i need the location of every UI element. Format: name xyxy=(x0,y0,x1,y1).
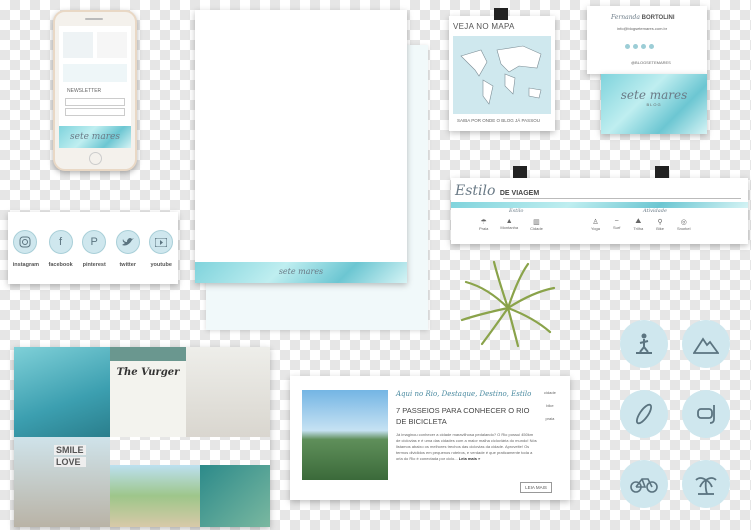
letterhead-footer: sete mares xyxy=(195,262,407,283)
style-item-snorkel[interactable]: ◎ Snorkel xyxy=(677,218,691,231)
binder-clip-icon xyxy=(655,166,669,178)
palm-tree-icon xyxy=(682,460,730,508)
social-label: pinterest xyxy=(82,262,106,268)
surfer-icon xyxy=(620,320,668,368)
style-item-yoga[interactable]: ♙ Yoga xyxy=(591,218,600,231)
mood-word-love: LOVE xyxy=(54,457,86,467)
side-tag[interactable]: cidade xyxy=(544,390,556,395)
read-more-button[interactable]: LEIA MAIS xyxy=(520,482,552,493)
bike-icon xyxy=(620,460,668,508)
yoga-icon: ♙ xyxy=(592,219,599,226)
moodboard: The Vurger SMILE LOVE xyxy=(14,347,270,527)
side-tag[interactable]: bike xyxy=(546,403,553,408)
card-social-icons xyxy=(625,44,654,49)
instagram-icon xyxy=(12,230,37,254)
style-item-trilha[interactable]: ⛰ Trilha xyxy=(633,218,643,231)
map-title: VEJA NO MAPA xyxy=(453,22,515,31)
newsletter-name-input[interactable] xyxy=(65,98,125,106)
social-label: facebook xyxy=(48,262,73,268)
social-item-pinterest[interactable]: P pinterest xyxy=(82,230,107,268)
phone-brand-text: sete mares xyxy=(70,132,120,142)
beach-icon: ☂ xyxy=(480,219,487,226)
social-label: twitter xyxy=(119,262,136,268)
card-last-name: BORTOLINI xyxy=(641,15,675,21)
post-title[interactable]: 7 PASSEIOS PARA CONHECER O RIO DE BICICL… xyxy=(396,405,538,427)
map-caption: SAIBA POR ONDE O BLOG JÁ PASSOU xyxy=(457,118,540,123)
pinterest-icon: P xyxy=(82,230,107,254)
bike-icon: ⚲ xyxy=(657,219,663,226)
side-tag[interactable]: praia xyxy=(545,416,554,421)
style-item-bike[interactable]: ⚲ Bike xyxy=(656,218,664,231)
mountain-icon xyxy=(682,320,730,368)
style-item-cidade[interactable]: ▥ Cidade xyxy=(530,218,543,231)
card-email: info@blogsetemares.com.br xyxy=(617,26,668,31)
read-more-link[interactable]: Leia mais » xyxy=(459,456,481,461)
post-categories[interactable]: Aqui no Rio, Destaque, Destino, Estilo xyxy=(396,390,531,398)
social-item-facebook[interactable]: f facebook xyxy=(48,230,73,268)
binder-clip-icon xyxy=(513,166,527,178)
mood-photo-vurger: The Vurger xyxy=(110,347,186,437)
binder-clip-icon xyxy=(494,8,508,20)
snorkel-icon: ◎ xyxy=(680,219,687,226)
phone-footer-banner: sete mares xyxy=(59,126,131,148)
mood-word-smile: SMILE xyxy=(54,445,86,455)
city-icon: ▥ xyxy=(533,219,540,226)
newsletter-email-input[interactable] xyxy=(65,108,125,116)
surf-icon: ~ xyxy=(614,218,619,225)
social-item-twitter[interactable]: twitter xyxy=(115,230,140,268)
mood-photo-path xyxy=(110,465,200,527)
post-excerpt: Já imaginou conhecer a cidade maravilhos… xyxy=(396,432,537,461)
mountain-icon: ▲ xyxy=(505,218,513,225)
letterhead: sete mares xyxy=(195,10,407,283)
mood-photo-underwater xyxy=(14,347,110,437)
social-card: instagram f facebook P pinterest twitter… xyxy=(8,212,178,284)
mood-photo-wall xyxy=(186,347,270,437)
social-label: youtube xyxy=(150,262,172,268)
style-left-items: ☂ Praia ▲ Montanha ▥ Cidade xyxy=(479,218,543,231)
style-left-group: Estilo xyxy=(509,208,524,214)
style-right-group: Atividade xyxy=(643,208,667,214)
business-card-front: Fernanda BORTOLINI info@blogsetemares.co… xyxy=(587,6,707,74)
social-label: instagram xyxy=(12,262,40,268)
newsletter-label: NEWSLETTER xyxy=(67,88,102,94)
phone-speaker xyxy=(85,18,103,20)
social-item-instagram[interactable]: instagram xyxy=(12,230,40,268)
twitter-icon xyxy=(115,230,140,254)
business-card-back: sete mares BLOG xyxy=(601,74,707,134)
facebook-icon: f xyxy=(48,230,73,254)
phone-screen: NEWSLETTER sete mares xyxy=(59,26,131,148)
phone-home-button[interactable] xyxy=(89,152,102,165)
post-photo xyxy=(302,390,388,480)
social-item-youtube[interactable]: youtube xyxy=(149,230,174,268)
style-item-praia[interactable]: ☂ Praia xyxy=(479,218,488,231)
card-brand: sete mares xyxy=(620,88,688,102)
mood-photo-pier: SMILE LOVE xyxy=(14,437,110,527)
style-title-bold: DE VIAGEM xyxy=(499,190,540,197)
style-strip xyxy=(451,202,748,208)
card-handle: @BLOGSETEMARES xyxy=(631,60,671,65)
letterhead-brand: sete mares xyxy=(278,267,324,276)
hiking-icon: ⛰ xyxy=(635,218,642,225)
post-side-tags: cidade bike praia xyxy=(544,390,556,421)
air-plant-icon xyxy=(458,258,558,348)
world-map-icon xyxy=(453,36,551,114)
surfboard-icon xyxy=(620,390,668,438)
snorkel-icon xyxy=(682,390,730,438)
style-title-script: Estilo xyxy=(455,183,496,199)
style-item-montanha[interactable]: ▲ Montanha xyxy=(500,218,518,231)
style-item-surf[interactable]: ~ Surf xyxy=(613,218,620,231)
travel-style-banner: Estilo DE VIAGEM Estilo Atividade ☂ Praia… xyxy=(451,166,748,244)
map-card: VEJA NO MAPA SAIBA POR ONDE O BLOG JÁ PA… xyxy=(449,8,555,131)
mood-vurger-caption: The Vurger xyxy=(116,367,180,378)
mood-photo-fish xyxy=(200,465,270,527)
blog-post-card: Aqui no Rio, Destaque, Destino, Estilo 7… xyxy=(290,376,570,500)
card-first-name: Fernanda xyxy=(611,14,640,21)
style-right-items: ♙ Yoga ~ Surf ⛰ Trilha ⚲ Bike ◎ Snorkel xyxy=(591,218,691,231)
youtube-icon xyxy=(149,230,174,254)
phone-mockup: NEWSLETTER sete mares xyxy=(53,10,137,171)
card-brand-sub: BLOG xyxy=(646,102,662,107)
